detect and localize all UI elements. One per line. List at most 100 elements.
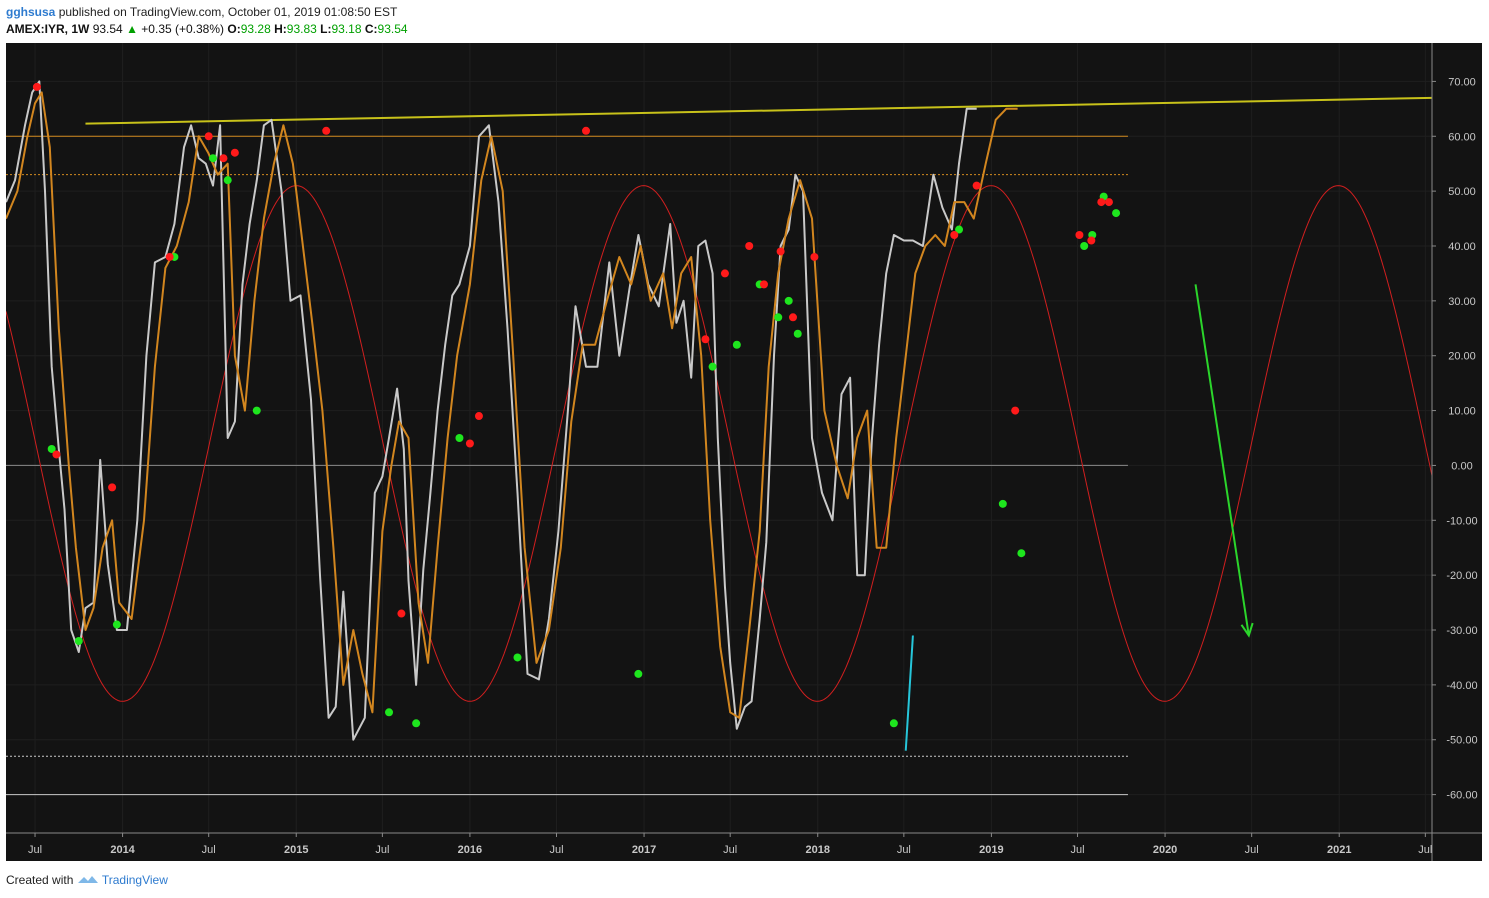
cross-down-dot	[810, 252, 819, 261]
cross-down-dot	[230, 148, 239, 157]
high-value: 93.83	[286, 22, 317, 36]
cross-up-dot	[708, 362, 717, 371]
y-tick-label: 60.00	[1448, 131, 1476, 143]
symbol-label: AMEX:IYR, 1W	[6, 22, 90, 36]
cross-up-dot	[889, 719, 898, 728]
cross-up-dot	[774, 313, 783, 322]
author-link[interactable]: gghsusa	[6, 5, 55, 19]
y-tick-label: -10.00	[1446, 515, 1477, 527]
y-tick-label: 50.00	[1448, 186, 1476, 198]
cross-up-dot	[385, 708, 394, 717]
cross-up-dot	[1112, 209, 1121, 218]
cross-down-dot	[1011, 406, 1020, 415]
cross-down-dot	[720, 269, 729, 278]
high-label: H:	[274, 22, 287, 36]
y-tick-label: 40.00	[1448, 241, 1476, 253]
cross-up-dot	[74, 636, 83, 645]
y-tick-label: -50.00	[1446, 735, 1477, 747]
cross-up-dot	[513, 653, 522, 662]
tradingview-brand-link[interactable]: TradingView	[102, 873, 168, 887]
cross-down-dot	[474, 412, 483, 421]
y-tick-label: 20.00	[1448, 351, 1476, 363]
cross-up-dot	[412, 719, 421, 728]
cross-down-dot	[322, 126, 331, 135]
open-value: 93.28	[240, 22, 271, 36]
x-tick-label: 2018	[805, 844, 829, 856]
x-tick-label: 2016	[458, 844, 482, 856]
footer: Created with TradingView	[6, 873, 168, 887]
cross-up-dot	[112, 620, 121, 629]
cross-up-dot	[784, 296, 793, 305]
symbol-info-bar: AMEX:IYR, 1W 93.54 ▲ +0.35 (+0.38%) O:93…	[6, 22, 408, 36]
cross-down-dot	[165, 252, 174, 261]
y-tick-label: 10.00	[1448, 406, 1476, 418]
cross-down-dot	[52, 450, 61, 459]
x-tick-label: 2017	[632, 844, 656, 856]
trendline-layer	[85, 96, 1433, 125]
close-label: C:	[364, 22, 378, 36]
x-tick-label: Jul	[202, 844, 216, 856]
cross-down-dot	[776, 247, 785, 256]
cross-down-dot	[1104, 198, 1113, 207]
up-triangle-icon: ▲	[126, 22, 138, 36]
x-tick-label: Jul	[1418, 844, 1432, 856]
cross-down-dot	[950, 231, 959, 240]
cross-up-dot	[1080, 241, 1089, 250]
x-tick-label: Jul	[28, 844, 42, 856]
cross-down-dot	[788, 313, 797, 322]
cyan-marker-line	[904, 635, 914, 751]
annotation-layer	[904, 284, 1254, 751]
close-value: 93.54	[377, 22, 408, 36]
x-tick-label: 2015	[284, 844, 308, 856]
cross-up-dot	[634, 669, 643, 678]
cross-down-dot	[745, 241, 754, 250]
x-tick-label: 2019	[979, 844, 1003, 856]
cross-down-dot	[108, 483, 117, 492]
x-tick-label: Jul	[1245, 844, 1259, 856]
cross-down-dot	[32, 82, 41, 91]
cross-up-dot	[252, 406, 261, 415]
y-tick-label: 70.00	[1448, 76, 1476, 88]
published-text: published on TradingView.com, October 01…	[58, 5, 398, 19]
x-tick-label: Jul	[375, 844, 389, 856]
x-tick-label: Jul	[897, 844, 911, 856]
low-value: 93.18	[331, 22, 362, 36]
cross-down-dot	[582, 126, 591, 135]
y-tick-label: -40.00	[1446, 680, 1477, 692]
cross-down-dot	[972, 181, 981, 190]
last-price: 93.54	[92, 22, 123, 36]
resistance-trendline	[85, 96, 1433, 125]
x-tick-label: 2014	[110, 844, 135, 856]
cross-down-dot	[219, 154, 228, 163]
cross-up-dot	[455, 434, 464, 442]
cross-up-dot	[1017, 549, 1026, 558]
x-tick-label: Jul	[1070, 844, 1084, 856]
cross-up-dot	[998, 499, 1007, 508]
y-tick-label: -60.00	[1446, 790, 1477, 802]
forecast-arrow-shaft	[1194, 284, 1250, 636]
open-label: O:	[227, 22, 241, 36]
cross-down-dot	[1075, 231, 1084, 240]
cross-up-dot	[208, 154, 217, 163]
x-tick-label: Jul	[723, 844, 737, 856]
tradingview-logo-icon	[77, 873, 102, 887]
cross-down-dot	[204, 132, 213, 141]
x-tick-label: Jul	[549, 844, 563, 856]
cross-up-dot	[223, 176, 232, 185]
cross-down-dot	[701, 335, 710, 344]
y-tick-label: -20.00	[1446, 570, 1477, 582]
y-tick-label: 0.00	[1451, 460, 1472, 472]
y-tick-label: 30.00	[1448, 296, 1476, 308]
oscillator-chart[interactable]: 70.00 60.00 50.00 40.00 30.00 20.00 10.00 0.00 -…	[5, 43, 1482, 861]
publish-info: gghsusa published on TradingView.com, Oc…	[6, 5, 397, 19]
cross-down-dot	[397, 609, 406, 618]
cross-down-dot	[1087, 236, 1096, 245]
created-with-label: Created with	[6, 873, 74, 887]
y-tick-label: -30.00	[1446, 625, 1477, 637]
cross-down-dot	[465, 439, 474, 448]
low-label: L:	[320, 22, 332, 36]
chart-panel[interactable]: 70.00 60.00 50.00 40.00 30.00 20.00 10.00 0.00 -…	[5, 43, 1482, 861]
price-change: +0.35 (+0.38%)	[141, 22, 225, 36]
x-tick-label: 2020	[1153, 844, 1177, 856]
cross-down-dot	[1097, 198, 1106, 207]
